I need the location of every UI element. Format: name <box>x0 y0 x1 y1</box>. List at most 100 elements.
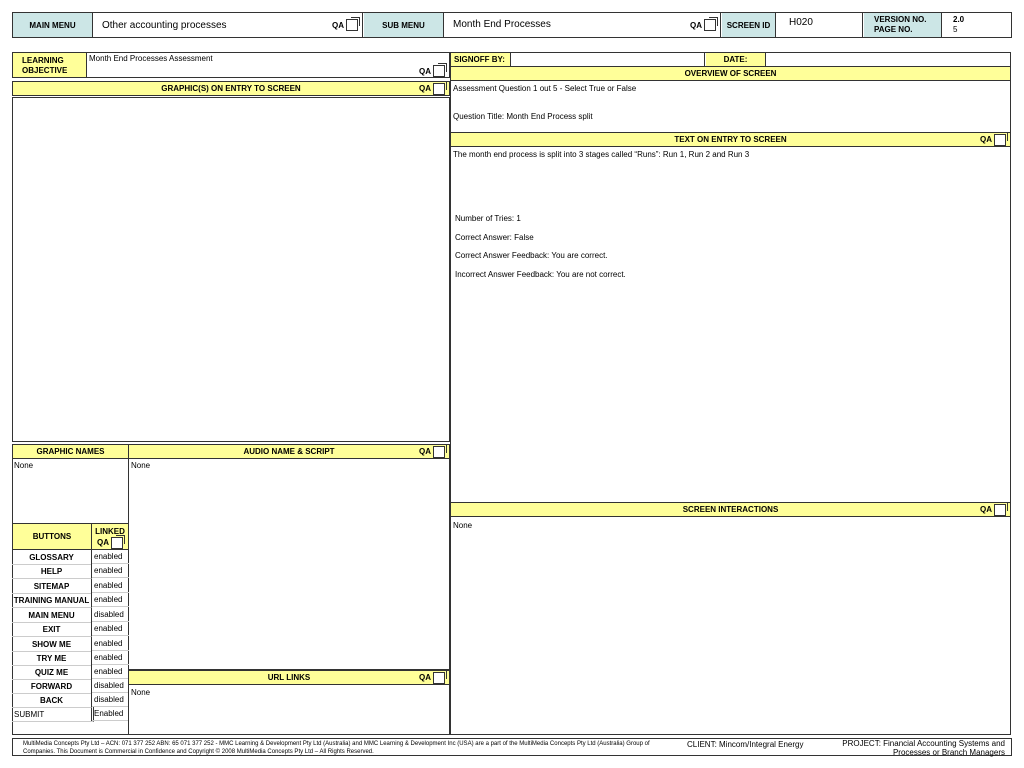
button-name: HELP <box>12 564 92 579</box>
graphic-names-area: None <box>12 458 129 524</box>
overview-line1: Assessment Question 1 out 5 - Select Tru… <box>453 84 637 93</box>
button-row-training-manual[interactable]: TRAINING MANUAL enabled <box>12 593 129 608</box>
audio-qa: QA <box>419 443 447 458</box>
button-name: TRAINING MANUAL <box>12 593 92 608</box>
footer: MultiMedia Concepts Pty Ltd – ACN: 071 3… <box>12 738 1012 757</box>
text-entry-line1: The month end process is split into 3 st… <box>453 150 750 159</box>
date-field[interactable] <box>767 53 1010 66</box>
qa-label: QA <box>690 20 702 30</box>
button-row-sitemap[interactable]: SITEMAP enabled <box>12 579 129 594</box>
button-name: FORWARD <box>12 679 92 694</box>
text-entry-area: The month end process is split into 3 st… <box>450 146 1011 503</box>
graphic-names-header: GRAPHIC NAMES <box>12 444 129 459</box>
audio-area: None <box>128 458 450 670</box>
url-links-header: URL LINKS QA <box>128 669 450 685</box>
button-name: SUBMIT <box>12 707 94 722</box>
button-name: EXIT <box>12 622 92 637</box>
qa-label: QA <box>419 84 431 93</box>
button-status: enabled <box>92 637 129 651</box>
page-label: PAGE NO. <box>874 25 913 34</box>
button-name: BACK <box>12 693 92 708</box>
url-links-qa: QA <box>419 669 447 684</box>
footer-project: PROJECT: Financial Accounting Systems an… <box>842 739 1005 757</box>
text-entry-label: TEXT ON ENTRY TO SCREEN <box>674 135 787 144</box>
footer-client: CLIENT: Mincom/Integral Energy <box>687 740 804 749</box>
qa-checkbox-icon[interactable] <box>994 131 1008 146</box>
qa-checkbox-icon[interactable] <box>433 80 447 95</box>
button-status: enabled <box>92 564 129 578</box>
url-links-area: None <box>128 684 450 735</box>
overview-header: OVERVIEW OF SCREEN <box>450 66 1011 81</box>
main-menu-value: Other accounting processes <box>102 20 227 31</box>
signoff-field[interactable] <box>512 53 705 66</box>
interactions-area: None <box>450 516 1011 735</box>
qa-label: QA <box>980 505 992 514</box>
button-status: enabled <box>92 665 129 679</box>
graphics-on-entry-header: GRAPHIC(S) ON ENTRY TO SCREEN QA <box>12 80 450 96</box>
audio-label: AUDIO NAME & SCRIPT <box>243 447 335 456</box>
audio-header: AUDIO NAME & SCRIPT QA <box>128 443 450 459</box>
button-name: SITEMAP <box>12 579 92 594</box>
qa-label: QA <box>419 673 431 682</box>
qa-checkbox-icon[interactable] <box>111 535 125 549</box>
button-name: SHOW ME <box>12 637 92 652</box>
main-menu-label: MAIN MENU <box>13 13 93 37</box>
qa-label: QA <box>419 66 431 76</box>
version-page-label-cell: VERSION NO. PAGE NO. <box>864 13 942 37</box>
main-menu-qa: QA <box>332 17 360 31</box>
button-row-forward[interactable]: FORWARD disabled <box>12 679 129 694</box>
sub-menu-label: SUB MENU <box>364 13 444 37</box>
button-status: enabled <box>92 651 129 665</box>
sub-menu-value: Month End Processes <box>453 19 551 30</box>
qa-checkbox-icon[interactable] <box>994 501 1008 516</box>
footer-copyright: MultiMedia Concepts Pty Ltd – ACN: 071 3… <box>23 741 650 755</box>
button-name: TRY ME <box>12 651 92 666</box>
graphics-area <box>12 97 450 442</box>
qa-checkbox-icon[interactable] <box>433 443 447 458</box>
button-row-submit[interactable]: SUBMIT Enabled <box>12 707 129 722</box>
button-name: GLOSSARY <box>12 550 92 565</box>
text-entry-qa: QA <box>980 131 1008 146</box>
qa-checkbox-icon[interactable] <box>704 17 718 31</box>
learning-objective-label: LEARNING OBJECTIVE <box>13 53 87 77</box>
button-row-glossary[interactable]: GLOSSARY enabled <box>12 550 129 565</box>
button-row-help[interactable]: HELP enabled <box>12 564 129 579</box>
correct-answer: Correct Answer: False <box>455 233 534 242</box>
button-row-exit[interactable]: EXIT enabled <box>12 622 129 637</box>
page-value: 5 <box>953 25 958 34</box>
learning-objective-qa: QA <box>419 63 447 77</box>
buttons-header: BUTTONS <box>12 523 92 550</box>
overview-line2: Question Title: Month End Process split <box>453 112 593 121</box>
button-status: disabled <box>92 608 129 622</box>
button-status: enabled <box>92 593 129 607</box>
button-name: MAIN MENU <box>12 608 92 623</box>
qa-checkbox-icon[interactable] <box>346 17 360 31</box>
screen-id-value: H020 <box>789 17 813 28</box>
button-row-show-me[interactable]: SHOW ME enabled <box>12 637 129 652</box>
audio-value: None <box>131 461 151 470</box>
button-status: disabled <box>92 679 129 693</box>
sub-menu-qa: QA <box>690 17 718 31</box>
text-entry-header: TEXT ON ENTRY TO SCREEN QA <box>450 131 1011 147</box>
qa-label: QA <box>419 447 431 456</box>
version-page-value-cell: 2.0 5 <box>943 13 1011 37</box>
graphics-qa: QA <box>419 80 447 95</box>
button-status: enabled <box>92 622 129 636</box>
version-value: 2.0 <box>953 15 965 24</box>
interactions-value: None <box>453 521 473 530</box>
url-links-label: URL LINKS <box>267 673 311 682</box>
qa-label: QA <box>332 20 344 30</box>
version-label: VERSION NO. <box>874 15 927 24</box>
button-name: QUIZ ME <box>12 665 92 680</box>
button-row-try-me[interactable]: TRY ME enabled <box>12 651 129 666</box>
incorrect-feedback: Incorrect Answer Feedback: You are not c… <box>455 270 626 279</box>
qa-checkbox-icon[interactable] <box>433 669 447 684</box>
qa-checkbox-icon[interactable] <box>433 63 447 77</box>
learning-objective-value: Month End Processes Assessment <box>89 54 213 63</box>
linked-qa-header: LINKED QA <box>91 523 129 550</box>
button-row-back[interactable]: BACK disabled <box>12 693 129 708</box>
number-of-tries: Number of Tries: 1 <box>455 214 521 223</box>
sub-menu-value-cell: Month End Processes QA <box>445 13 721 37</box>
button-row-main-menu[interactable]: MAIN MENU disabled <box>12 608 129 623</box>
button-row-quiz-me[interactable]: QUIZ ME enabled <box>12 665 129 680</box>
